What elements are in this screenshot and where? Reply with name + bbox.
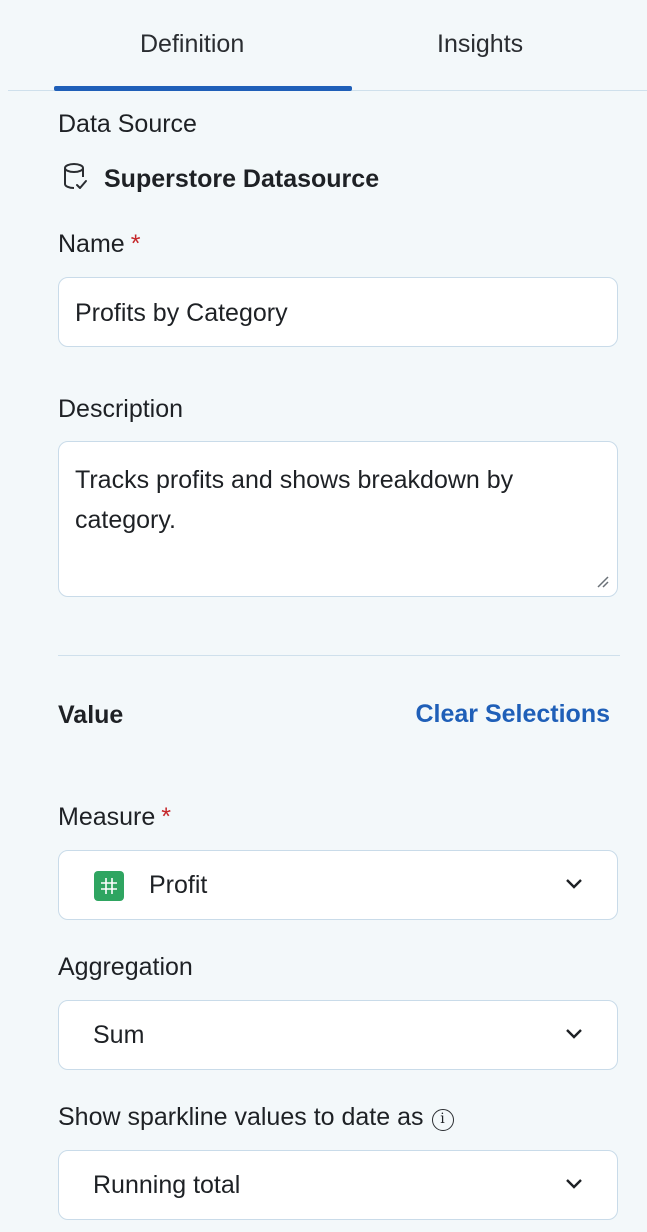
name-input[interactable]: Profits by Category	[58, 277, 618, 347]
chevron-down-icon	[566, 1179, 582, 1189]
number-grid-icon	[94, 871, 124, 901]
resize-handle-icon[interactable]	[595, 574, 609, 588]
active-tab-indicator	[54, 86, 352, 91]
name-label-text: Name	[58, 230, 125, 258]
clear-selections-link[interactable]: Clear Selections	[415, 700, 610, 729]
measure-label-text: Measure	[58, 803, 156, 831]
aggregation-label: Aggregation	[58, 953, 193, 981]
sparkline-label: Show sparkline values to date as	[58, 1103, 424, 1131]
tab-definition[interactable]: Definition	[140, 30, 244, 59]
tab-insights[interactable]: Insights	[437, 30, 523, 59]
info-icon[interactable]: i	[431, 1109, 454, 1131]
aggregation-value: Sum	[93, 1020, 145, 1049]
data-source-name: Superstore Datasource	[104, 165, 380, 193]
description-textarea[interactable]: Tracks profits and shows breakdown by ca…	[58, 441, 618, 597]
aggregation-select[interactable]: Sum	[58, 1000, 618, 1070]
chevron-down-icon	[566, 1029, 582, 1039]
sparkline-select[interactable]: Running total	[58, 1150, 618, 1220]
data-source-label: Data Source	[58, 110, 197, 138]
sparkline-label-row: Show sparkline values to date as i	[58, 1103, 454, 1132]
measure-field-label: Measure *	[58, 803, 171, 832]
sparkline-value: Running total	[93, 1170, 241, 1199]
section-divider	[58, 655, 620, 656]
database-check-icon	[62, 161, 90, 198]
name-field-label: Name *	[58, 230, 140, 259]
description-label: Description	[58, 395, 184, 423]
required-mark: *	[130, 230, 141, 258]
required-mark: *	[161, 803, 171, 831]
data-source-row: Superstore Datasource	[62, 161, 379, 198]
description-text: Tracks profits and shows breakdown by ca…	[75, 466, 514, 534]
value-section-heading: Value	[58, 701, 124, 729]
tab-bar: Definition Insights	[0, 0, 647, 92]
measure-select[interactable]: Profit	[58, 850, 618, 920]
chevron-down-icon	[566, 879, 582, 889]
measure-value: Profit	[149, 870, 208, 899]
